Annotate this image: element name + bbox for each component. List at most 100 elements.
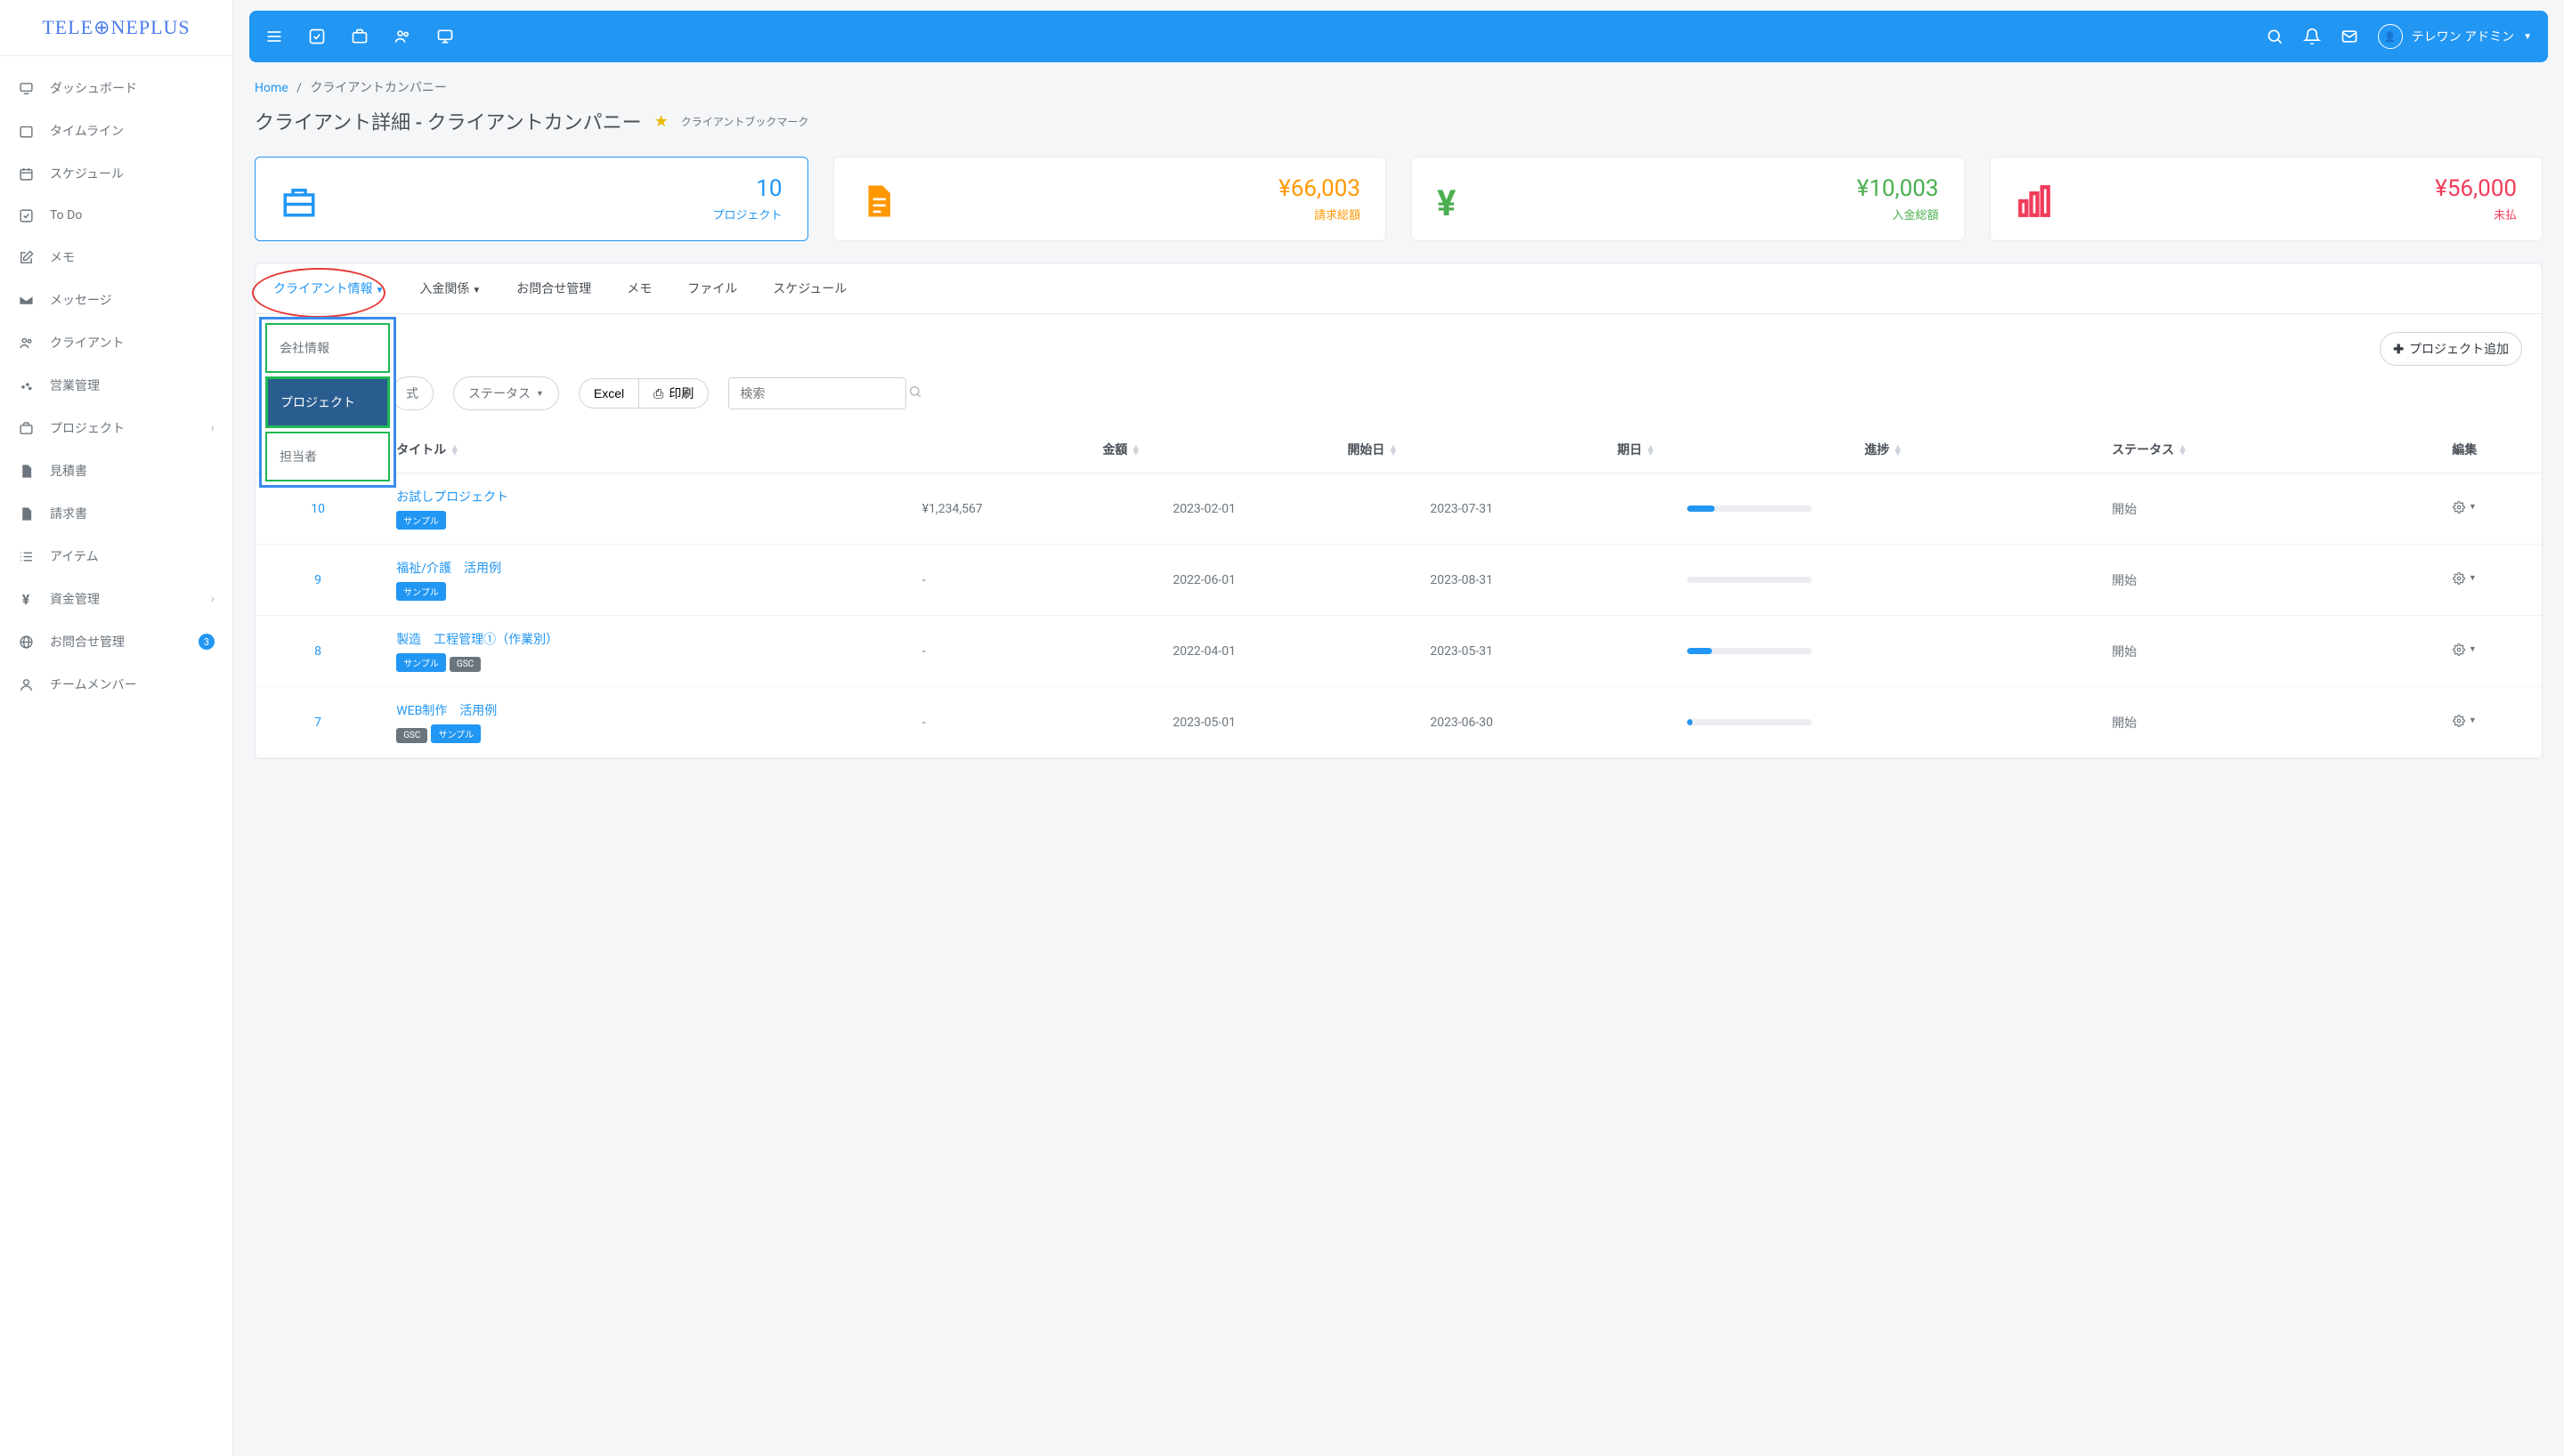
topbar: 👤 テレワン アドミン ▼: [249, 11, 2548, 62]
table-row: 7 WEB制作 活用例GSCサンプル - 2023-05-01 2023-06-…: [256, 687, 2542, 758]
bell-icon[interactable]: [2303, 28, 2321, 45]
search-box[interactable]: [728, 377, 906, 409]
tab-2[interactable]: お問合せ管理: [499, 263, 609, 313]
file-icon: [18, 506, 34, 522]
page-title: クライアント詳細 - クライアントカンパニー: [255, 107, 642, 135]
start-cell: 2022-06-01: [1156, 545, 1414, 616]
action-menu[interactable]: ▼: [2453, 715, 2477, 727]
sidebar-item-12[interactable]: ¥資金管理›: [0, 578, 232, 620]
sidebar-item-0[interactable]: ダッシュボード: [0, 67, 232, 109]
stat-label: 未払: [2067, 206, 2518, 222]
table-header[interactable]: 金額▲▼: [906, 426, 1157, 473]
sidebar-item-label: クライアント: [50, 334, 124, 352]
menu-icon[interactable]: [265, 28, 283, 45]
search-icon[interactable]: [2266, 28, 2284, 45]
user-icon: [18, 676, 34, 692]
sidebar-item-4[interactable]: メモ: [0, 236, 232, 279]
id-cell[interactable]: 9: [256, 545, 380, 616]
user-menu[interactable]: 👤 テレワン アドミン ▼: [2378, 24, 2532, 49]
id-cell[interactable]: 8: [256, 616, 380, 687]
search-icon: [908, 384, 922, 402]
file-icon: [18, 463, 34, 479]
chevron-right-icon: ›: [211, 421, 215, 435]
tab-1[interactable]: 入金関係▼: [402, 263, 499, 313]
table-row: 10 お試しプロジェクトサンプル ¥1,234,567 2023-02-01 2…: [256, 473, 2542, 545]
tab-5[interactable]: スケジュール: [755, 263, 864, 313]
sidebar-item-3[interactable]: To Do: [0, 195, 232, 236]
bookmark-label: クライアントブックマーク: [681, 114, 809, 129]
stat-card-0[interactable]: 10 プロジェクト: [255, 157, 808, 241]
logo[interactable]: TELE⊕NEPLUS: [0, 0, 232, 56]
start-cell: 2022-04-01: [1156, 616, 1414, 687]
filter-row: 式 ステータス ▼ Excel ⎙ 印刷: [256, 373, 2542, 426]
search-input[interactable]: [740, 386, 901, 400]
tab-4[interactable]: ファイル: [669, 263, 755, 313]
title-link[interactable]: WEB制作 活用例: [396, 701, 890, 719]
sidebar-item-10[interactable]: 請求書: [0, 492, 232, 535]
id-cell[interactable]: 7: [256, 687, 380, 758]
tab-0[interactable]: クライアント情報▼: [256, 263, 402, 313]
sidebar-item-9[interactable]: 見積書: [0, 449, 232, 492]
projects-table: IDタイトル▲▼金額▲▼開始日▲▼期日▲▼進捗▲▼ステータス▲▼編集 10 お試…: [256, 426, 2542, 758]
tab-label: 入金関係: [419, 282, 469, 296]
title-link[interactable]: 製造 工程管理①（作業別）: [396, 630, 890, 648]
sidebar-item-2[interactable]: スケジュール: [0, 152, 232, 195]
briefcase-icon[interactable]: [351, 28, 369, 45]
print-button[interactable]: ⎙ 印刷: [638, 378, 709, 408]
stat-card-3[interactable]: ¥56,000未払: [1990, 157, 2544, 241]
sidebar-item-label: 見積書: [50, 462, 87, 480]
table-header[interactable]: タイトル▲▼: [380, 426, 906, 473]
table-header[interactable]: 進捗▲▼: [1671, 426, 2096, 473]
tag: サンプル: [396, 511, 446, 530]
star-icon[interactable]: ★: [654, 112, 669, 131]
check-icon[interactable]: [308, 28, 326, 45]
stat-icon: [2016, 182, 2049, 216]
action-menu[interactable]: ▼: [2453, 643, 2477, 656]
table-header[interactable]: ステータス▲▼: [2096, 426, 2387, 473]
sidebar-item-11[interactable]: アイテム: [0, 535, 232, 578]
sidebar-item-7[interactable]: 営業管理: [0, 364, 232, 407]
stats-row: 10 プロジェクト ¥66,003請求総額 ¥¥10,003入金総額 ¥56,000未払: [233, 157, 2564, 263]
progress-bar: [1687, 577, 1812, 583]
sidebar-item-8[interactable]: プロジェクト›: [0, 407, 232, 449]
add-project-button[interactable]: ✚ プロジェクト追加: [2380, 332, 2522, 366]
sort-icon: ▲▼: [450, 445, 459, 456]
amount-cell: -: [906, 545, 1157, 616]
title-cell: 福祉/介護 活用例サンプル: [380, 545, 906, 616]
sidebar-item-label: タイムライン: [50, 122, 124, 140]
table-header[interactable]: 期日▲▼: [1414, 426, 1671, 473]
tab-label: メモ: [627, 282, 652, 296]
monitor-icon[interactable]: [436, 28, 454, 45]
table-row: 8 製造 工程管理①（作業別）サンプルGSC - 2022-04-01 2023…: [256, 616, 2542, 687]
sidebar-item-14[interactable]: チームメンバー: [0, 663, 232, 706]
users-icon[interactable]: [394, 28, 411, 45]
sidebar-item-5[interactable]: メッセージ: [0, 279, 232, 321]
table-header[interactable]: 開始日▲▼: [1156, 426, 1414, 473]
sidebar-item-6[interactable]: クライアント: [0, 321, 232, 364]
dropdown-item-1[interactable]: プロジェクト: [265, 376, 390, 428]
action-menu[interactable]: ▼: [2453, 501, 2477, 514]
sidebar-item-label: メモ: [50, 248, 75, 266]
sidebar-item-1[interactable]: タイムライン: [0, 109, 232, 152]
title-link[interactable]: お試しプロジェクト: [396, 488, 890, 506]
action-menu[interactable]: ▼: [2453, 572, 2477, 585]
tab-3[interactable]: メモ: [609, 263, 669, 313]
stat-value: 10: [332, 175, 783, 202]
tag: GSC: [450, 657, 481, 672]
stat-card-1[interactable]: ¥66,003請求総額: [833, 157, 1387, 241]
table-header[interactable]: 編集: [2388, 426, 2542, 473]
progress-bar: [1687, 506, 1812, 512]
stat-icon: [859, 182, 893, 216]
dropdown-item-0[interactable]: 会社情報: [265, 323, 390, 373]
envelope-icon[interactable]: [2341, 28, 2358, 45]
title-link[interactable]: 福祉/介護 活用例: [396, 559, 890, 577]
sidebar-item-13[interactable]: お問合せ管理3: [0, 620, 232, 663]
dropdown-item-2[interactable]: 担当者: [265, 432, 390, 481]
format-select[interactable]: 式: [391, 376, 434, 410]
status-select[interactable]: ステータス ▼: [453, 376, 559, 410]
breadcrumb-home[interactable]: Home: [255, 81, 288, 95]
plus-icon: ✚: [2393, 342, 2404, 357]
stat-card-2[interactable]: ¥¥10,003入金総額: [1411, 157, 1965, 241]
stat-label: プロジェクト: [332, 206, 783, 222]
excel-button[interactable]: Excel: [579, 378, 638, 408]
